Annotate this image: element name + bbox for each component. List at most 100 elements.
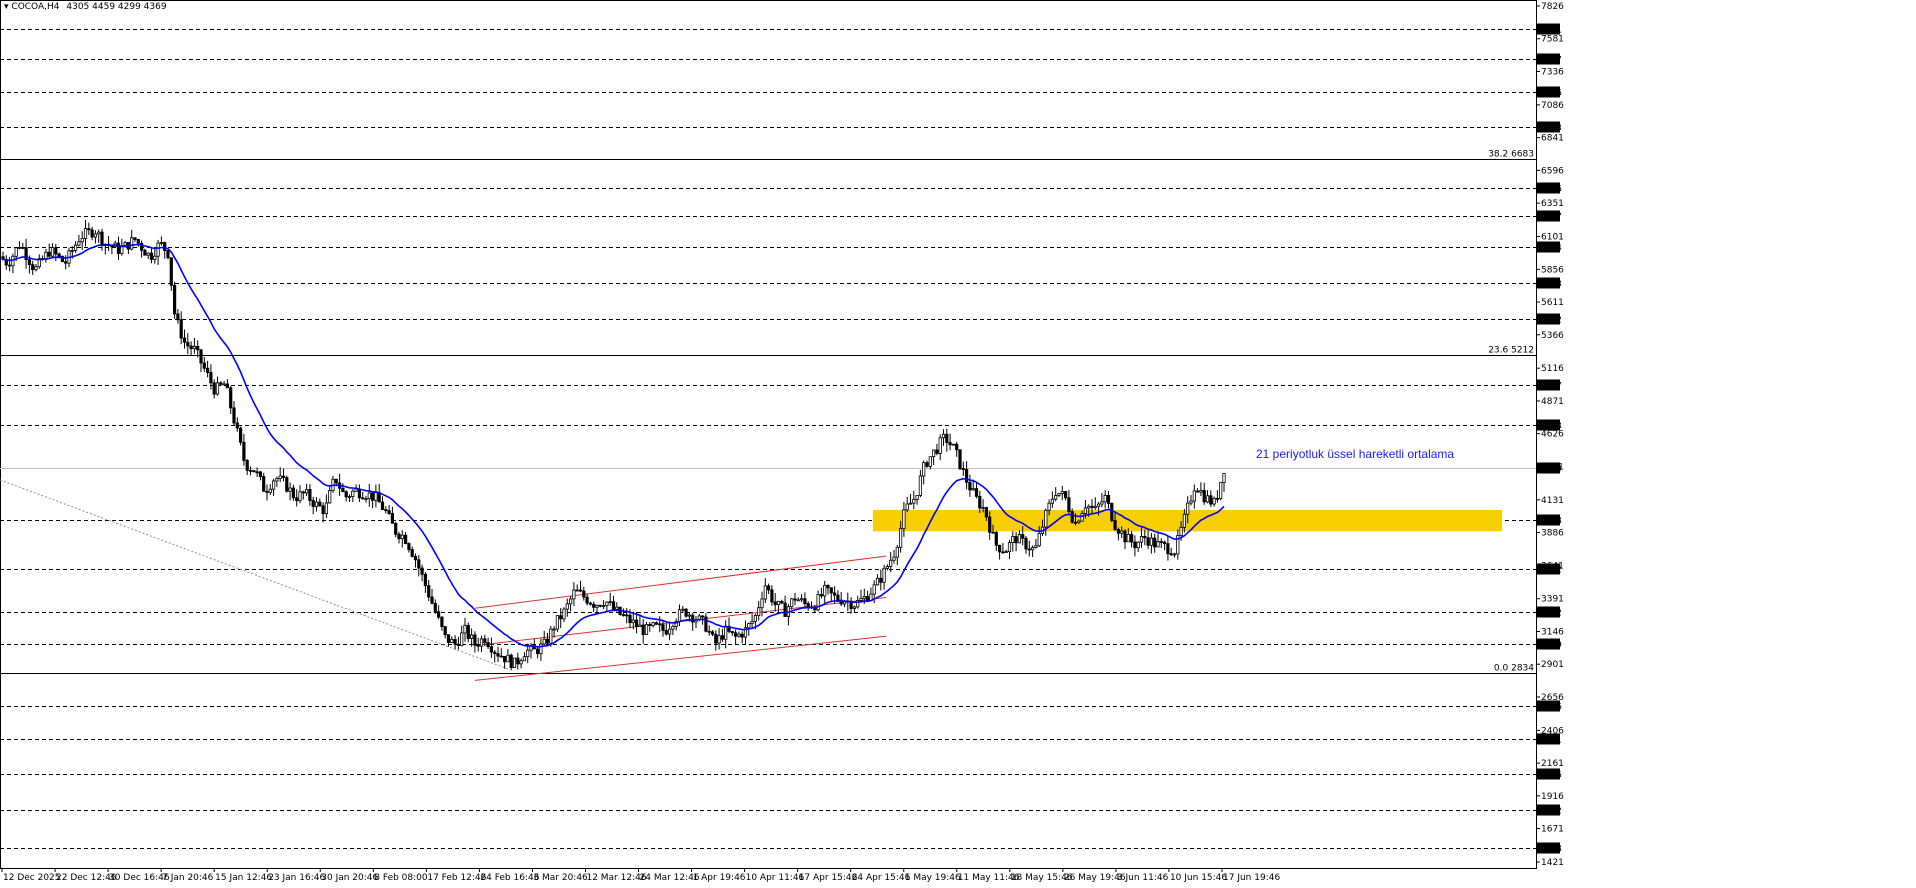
candle-body: [7, 264, 12, 267]
candle-body: [1054, 495, 1058, 500]
x-axis-label: 17 Jun 19:46: [1223, 873, 1280, 883]
candle-body: [417, 559, 421, 569]
candle-body: [90, 229, 94, 238]
candle-body: [879, 577, 883, 583]
x-axis-label: 1 May 19:46: [905, 873, 961, 883]
candle-body: [1149, 537, 1153, 546]
candle-body: [516, 657, 520, 665]
candle-body: [549, 628, 553, 644]
x-axis-label: 30 Dec 16:46: [109, 873, 170, 883]
candle-body: [687, 614, 692, 617]
candle-body: [1001, 551, 1005, 554]
candle-body: [539, 643, 543, 655]
price-chart[interactable]: 7651742771866923646662576024575354824987…: [0, 0, 1916, 888]
candle-body: [1024, 537, 1028, 550]
candle-body: [790, 598, 794, 608]
candle-body: [631, 619, 635, 624]
level-price-label: 5482: [1539, 316, 1562, 326]
candle-body: [740, 633, 744, 638]
candle-body: [668, 628, 672, 635]
x-axis-label: 10 Jun 15:46: [1170, 873, 1227, 883]
candle-body: [998, 544, 1002, 553]
level-price-label: 3978: [1539, 517, 1562, 527]
candle-body: [852, 606, 857, 609]
x-axis-label: 10 Apr 11:46: [746, 873, 805, 883]
candle-body: [1064, 491, 1068, 499]
candle-body: [644, 624, 649, 635]
candle-body: [1202, 490, 1206, 503]
candle-body: [615, 606, 619, 610]
candle-body: [314, 501, 319, 507]
candle-body: [773, 601, 777, 606]
candle-body: [968, 481, 972, 491]
candle-body: [988, 516, 992, 533]
candle-body: [1106, 494, 1111, 504]
candle-body: [951, 443, 956, 446]
candle-body: [536, 648, 540, 655]
candle-body: [595, 604, 599, 608]
x-axis-label: 12 Mar 12:46: [586, 873, 646, 883]
axis-tick-label: 5366: [1541, 331, 1564, 341]
candle-body: [767, 585, 771, 591]
candle-body: [1219, 482, 1223, 499]
candle-body: [941, 433, 946, 439]
candle-body: [1209, 495, 1213, 505]
x-axis-label: 1 Apr 19:46: [693, 873, 746, 883]
candle-body: [1057, 493, 1061, 496]
candle-body: [984, 507, 989, 518]
candle-body: [394, 522, 398, 535]
ema-21-line[interactable]: [2, 243, 1225, 648]
candle-body: [370, 492, 375, 501]
candle-body: [859, 598, 863, 601]
candle-body: [347, 496, 352, 498]
candle-body: [806, 603, 810, 608]
candle-body: [1047, 502, 1051, 511]
candle-body: [1100, 501, 1104, 505]
candle-body: [1192, 490, 1196, 502]
candle-body: [635, 619, 639, 627]
axis-tick-label: 7826: [1541, 2, 1564, 12]
candle-body: [542, 638, 546, 645]
candle-body: [93, 233, 97, 238]
candle-body: [271, 480, 276, 490]
candle-body: [1179, 526, 1183, 536]
candle-body: [321, 505, 325, 515]
level-price-label: 1812: [1539, 807, 1562, 817]
trend-line-dotted[interactable]: [0, 479, 511, 671]
candle-body: [889, 559, 893, 567]
candle-body: [1196, 490, 1200, 493]
candle-body: [423, 573, 428, 587]
candle-body: [265, 490, 269, 493]
level-price-label: 6257: [1539, 213, 1562, 223]
candle-body: [1199, 490, 1203, 493]
candle-body: [466, 624, 470, 639]
candle-body: [641, 624, 645, 635]
candle-body: [304, 489, 309, 494]
candle-body: [1093, 505, 1097, 508]
candle-body: [938, 437, 942, 454]
candle-body: [311, 500, 315, 507]
candle-body: [552, 628, 556, 631]
candle-body: [1044, 509, 1048, 528]
axis-tick-label: 1671: [1541, 825, 1564, 835]
candle-body: [885, 566, 890, 569]
candle-body: [872, 584, 876, 595]
candle-body: [298, 491, 302, 502]
candle-body: [70, 250, 74, 252]
candle-body: [238, 427, 243, 443]
axis-tick-label: 6841: [1541, 134, 1564, 144]
candle-body: [172, 284, 177, 315]
axis-tick-label: 5856: [1541, 265, 1564, 275]
candle-body: [493, 651, 497, 655]
candle-body: [400, 534, 404, 540]
candle-body: [588, 602, 593, 605]
candle-body: [31, 264, 35, 271]
x-axis-label: 7 Jan 20:46: [162, 873, 214, 883]
candle-body: [932, 449, 936, 458]
candle-body: [149, 252, 154, 260]
candle-body: [1083, 507, 1087, 514]
candle-body: [262, 476, 266, 492]
fibonacci-label: 38.2 6683: [1488, 150, 1534, 160]
candle-body: [1017, 534, 1022, 544]
candle-body: [179, 319, 183, 339]
